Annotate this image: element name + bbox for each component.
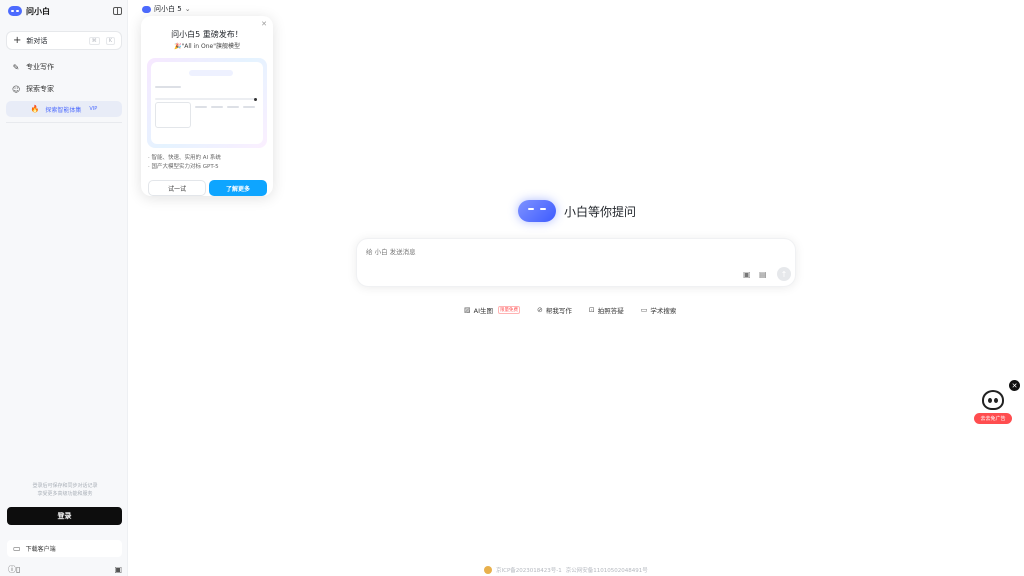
preview-line bbox=[155, 86, 181, 88]
preview-line bbox=[227, 106, 239, 108]
sidebar-divider bbox=[6, 122, 122, 123]
info-icon[interactable]: ⓘ bbox=[8, 566, 16, 574]
chat-input[interactable] bbox=[366, 248, 666, 256]
floating-ad[interactable]: ✕ 去去免广告 bbox=[974, 380, 1020, 426]
sidebar-item-experts[interactable]: ☺ 探索专家 bbox=[6, 81, 122, 97]
send-button[interactable]: ↑ bbox=[777, 267, 791, 281]
login-tip-line: 享受更多高级功能和服务 bbox=[37, 491, 93, 497]
ad-badge[interactable]: 去去免广告 bbox=[974, 413, 1012, 424]
try-button[interactable]: 试一试 bbox=[148, 180, 206, 196]
model-name: 问小白 5 bbox=[154, 5, 182, 13]
page-footer: 京ICP备2023018423号-1 京公网安备11010502048491号 bbox=[484, 566, 648, 574]
wallet-icon[interactable]: ▣ bbox=[114, 566, 122, 574]
file-upload-icon[interactable]: ▤ bbox=[759, 270, 767, 279]
sidebar-item-label: 探索智能体集 bbox=[45, 106, 82, 114]
new-chat-button[interactable]: + 新对话 ⌘ K bbox=[6, 31, 122, 50]
phone-icon[interactable]: ▯ bbox=[16, 566, 20, 574]
quick-actions: ▨ AI生图 限量免费 ⊘ 帮我写作 ⊡ 拍照答疑 ▭ 学术搜索 bbox=[464, 305, 676, 315]
download-label: 下载客户端 bbox=[25, 546, 56, 553]
icp-link[interactable]: 京ICP备2023018423号-1 bbox=[496, 566, 562, 574]
sidebar-footer: ⓘ ▯ ▣ bbox=[8, 565, 122, 575]
popup-bullet: · 国产大模型实力对标 GPT-5 bbox=[148, 164, 219, 170]
robot-icon: ☺ bbox=[12, 84, 21, 94]
release-popup: ✕ 问小白5 重磅发布！ 🎉"All in One"旗舰模型 · 智能、快速、实… bbox=[141, 16, 273, 196]
sidebar-item-label: 探索专家 bbox=[26, 85, 54, 93]
quick-action-writing[interactable]: ⊘ 帮我写作 bbox=[537, 305, 572, 315]
popup-subtitle: 🎉"All in One"旗舰模型 bbox=[174, 43, 240, 50]
shortcut-key-cmd: ⌘ bbox=[88, 36, 100, 45]
book-search-icon: ▭ bbox=[640, 306, 648, 314]
quick-action-label: 学术搜索 bbox=[650, 307, 677, 315]
quick-action-label: 帮我写作 bbox=[545, 307, 572, 315]
chat-input-box: ▣ ▤ ↑ bbox=[356, 238, 796, 287]
preview-screen bbox=[151, 62, 263, 144]
sidebar-collapse-icon[interactable] bbox=[113, 7, 122, 15]
fire-icon: 🔥 bbox=[30, 105, 40, 113]
plus-icon: + bbox=[13, 34, 22, 46]
mascot-logo-icon bbox=[518, 200, 556, 222]
close-icon[interactable]: ✕ bbox=[261, 20, 267, 28]
model-logo-icon bbox=[142, 5, 151, 13]
sidebar-item-label: 专业写作 bbox=[26, 63, 54, 71]
free-badge: 限量免费 bbox=[498, 306, 520, 314]
quick-action-ai-image[interactable]: ▨ AI生图 限量免费 bbox=[464, 305, 520, 315]
new-chat-label: 新对话 bbox=[26, 36, 48, 45]
quick-action-academic-search[interactable]: ▭ 学术搜索 bbox=[641, 305, 677, 315]
sidebar-header: 问小白 bbox=[8, 4, 122, 18]
mascot-icon bbox=[982, 390, 1004, 410]
preview-line bbox=[195, 106, 207, 108]
popup-bullets: · 智能、快速、实用的 AI 系统 · 国产大模型实力对标 GPT-5 bbox=[148, 154, 221, 172]
close-icon[interactable]: ✕ bbox=[1009, 380, 1020, 391]
login-tip: 登录后可保存和同步对话记录 享受更多高级功能和服务 bbox=[10, 482, 120, 498]
quick-action-label: AI生图 bbox=[473, 307, 493, 315]
sidebar-item-agents[interactable]: 🔥 探索智能体集 VIP bbox=[6, 101, 122, 117]
popup-bullet: · 智能、快速、实用的 AI 系统 bbox=[148, 155, 221, 161]
chevron-down-icon: ⌄ bbox=[184, 5, 191, 13]
shortcut-key-k: K bbox=[105, 36, 115, 45]
police-badge-icon bbox=[484, 566, 492, 574]
brand-name: 问小白 bbox=[26, 6, 50, 16]
learn-more-button[interactable]: 了解更多 bbox=[209, 180, 267, 196]
brand-logo-icon bbox=[8, 6, 22, 16]
sidebar-item-writing[interactable]: ✎ 专业写作 bbox=[6, 59, 122, 75]
login-button[interactable]: 登录 bbox=[7, 507, 122, 525]
preview-line bbox=[243, 106, 255, 108]
popup-preview-image bbox=[147, 58, 267, 148]
preview-line bbox=[155, 98, 255, 100]
download-client-button[interactable]: ▭ 下载客户端 bbox=[7, 540, 122, 557]
edit-icon: ⊘ bbox=[537, 306, 543, 314]
model-selector[interactable]: 问小白 5 ⌄ bbox=[142, 4, 191, 14]
preview-line bbox=[211, 106, 223, 108]
quick-action-photo-qa[interactable]: ⊡ 拍照答疑 bbox=[589, 305, 624, 315]
vip-badge: VIP bbox=[89, 106, 98, 112]
image-upload-icon[interactable]: ▣ bbox=[743, 270, 751, 279]
monitor-icon: ▭ bbox=[13, 543, 21, 553]
popup-title: 问小白5 重磅发布！ bbox=[171, 30, 243, 39]
login-tip-line: 登录后可保存和同步对话记录 bbox=[32, 483, 98, 489]
quick-action-label: 拍照答疑 bbox=[597, 307, 624, 315]
preview-header-pill bbox=[189, 70, 233, 76]
hero: 小白等你提问 bbox=[518, 200, 636, 222]
hero-title: 小白等你提问 bbox=[564, 204, 637, 219]
pen-icon: ✎ bbox=[12, 62, 20, 72]
image-icon: ▨ bbox=[464, 306, 471, 314]
preview-dropdown bbox=[155, 102, 191, 128]
preview-send-dot bbox=[254, 98, 257, 101]
police-record-link[interactable]: 京公网安备11010502048491号 bbox=[566, 566, 648, 574]
brand[interactable]: 问小白 bbox=[8, 6, 50, 17]
camera-icon: ⊡ bbox=[588, 306, 595, 314]
sidebar: 问小白 + 新对话 ⌘ K ✎ 专业写作 ☺ 探索专家 🔥 探索智能体集 VIP… bbox=[0, 0, 128, 576]
